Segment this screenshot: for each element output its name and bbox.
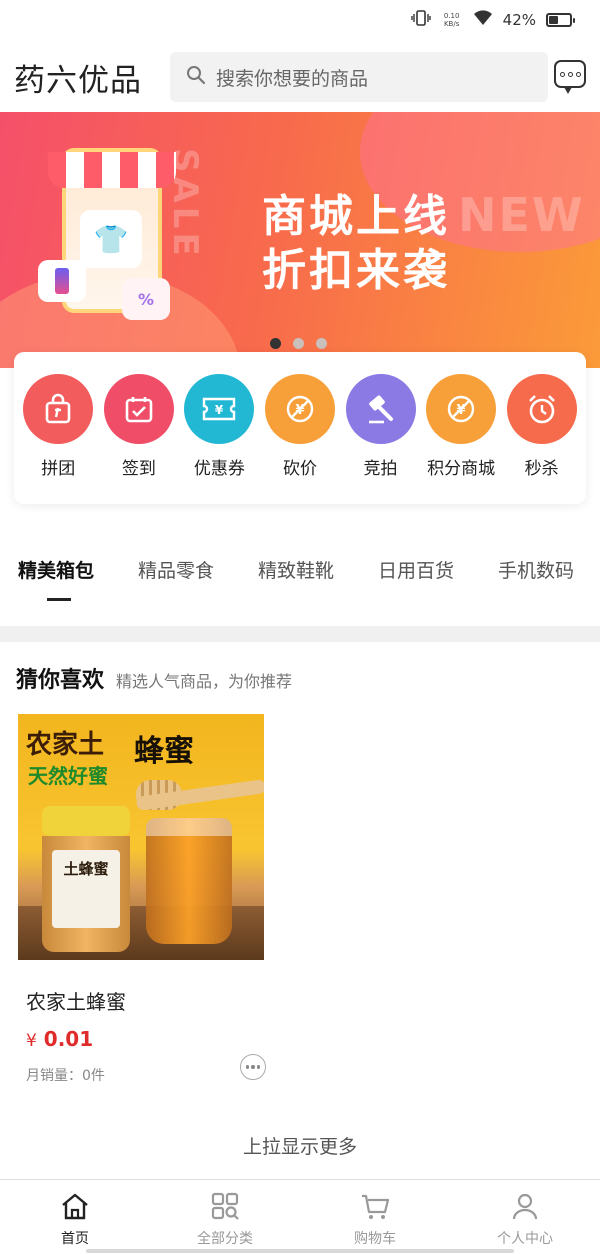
app-title: 药六优品 [14, 62, 142, 99]
quick-item-label: 积分商城 [427, 459, 496, 479]
shop-awning-icon [48, 152, 176, 188]
tab-daily-goods[interactable]: 日用百货 [360, 556, 480, 616]
phone-icon [38, 260, 86, 302]
quick-item-auction[interactable]: 竞拍 [344, 374, 418, 504]
tab-label: 个人中心 [497, 1231, 553, 1247]
quick-item-points-mall[interactable]: ¥ 积分商城 [424, 374, 498, 504]
user-icon [512, 1193, 538, 1220]
price-value: 0.01 [43, 1027, 94, 1051]
quick-item-label: 竞拍 [363, 459, 398, 479]
product-name[interactable]: 农家土蜂蜜 [26, 986, 264, 1015]
tab-snacks[interactable]: 精品零食 [120, 556, 240, 616]
tab-cart[interactable]: 购物车 [300, 1180, 450, 1255]
category-grid-icon [211, 1192, 239, 1220]
coupon-icon: ¥ [184, 374, 255, 444]
battery-percent: 42% [502, 11, 536, 29]
product-image-text: 农家土 [26, 730, 105, 760]
price-cut-icon: ¥ [264, 374, 335, 444]
search-icon [186, 65, 206, 90]
banner-vertical-text: SALE [165, 148, 205, 260]
banner-pagination[interactable] [270, 338, 327, 349]
net-speed-value: 0.10 [443, 12, 460, 20]
quick-item-group-buy[interactable]: 拼团 [21, 374, 95, 504]
wifi-icon [473, 10, 493, 30]
banner-headline-2: 折扣来袭 [262, 245, 450, 296]
quick-item-label: 优惠券 [193, 459, 245, 479]
search-input[interactable]: 搜索你想要的商品 [170, 52, 548, 102]
currency-symbol: ¥ [26, 1031, 37, 1051]
recommend-subtitle: 精选人气商品，为你推荐 [116, 672, 293, 691]
app-header: 药六优品 搜索你想要的商品 [0, 46, 600, 108]
alarm-clock-icon [506, 374, 577, 444]
status-right: 0.10 KB/s 42% [410, 10, 575, 30]
recommend-header: 猜你喜欢 精选人气商品，为你推荐 [16, 662, 292, 694]
product-sales: 月销量：0件 [26, 1068, 105, 1084]
banner-dot[interactable] [316, 338, 327, 349]
honey-jar: 土蜂蜜 [42, 806, 130, 952]
quick-item-checkin[interactable]: 签到 [102, 374, 176, 504]
home-icon [62, 1193, 88, 1220]
category-tabs: 精美箱包 精品零食 精致鞋靴 日用百货 手机数码 [0, 556, 600, 616]
tab-shoes[interactable]: 精致鞋靴 [240, 556, 360, 616]
tab-home[interactable]: 首页 [0, 1180, 150, 1255]
quick-item-label: 拼团 [41, 459, 76, 479]
honey-jar [146, 818, 232, 944]
quick-item-bargain[interactable]: ¥ 砍价 [263, 374, 337, 504]
tab-label: 购物车 [354, 1231, 396, 1247]
product-image[interactable]: 农家土 蜂蜜 天然好蜜 土蜂蜜 [18, 714, 264, 960]
shirt-icon: 👕 [80, 210, 142, 268]
tab-categories[interactable]: 全部分类 [150, 1180, 300, 1255]
banner-dot[interactable] [270, 338, 281, 349]
banner-dot[interactable] [293, 338, 304, 349]
status-bar: 0.10 KB/s 42% [0, 0, 600, 44]
product-card[interactable]: 农家土 蜂蜜 天然好蜜 土蜂蜜 农家土蜂蜜 ¥ 0.01 月销量：0件 [18, 714, 266, 1085]
shopping-bag-icon [23, 374, 94, 444]
discount-tag-icon: % [122, 278, 170, 320]
quick-item-label: 砍价 [282, 459, 317, 479]
more-options-icon[interactable] [240, 1054, 266, 1080]
product-image-text: 天然好蜜 [28, 764, 108, 788]
svg-text:¥: ¥ [215, 403, 224, 417]
cart-icon [362, 1194, 390, 1219]
tab-profile[interactable]: 个人中心 [450, 1180, 600, 1255]
banner-ghost-text: NEW [458, 188, 585, 242]
message-icon[interactable] [554, 60, 586, 94]
points-icon: ¥ [426, 374, 497, 444]
quick-item-label: 秒杀 [524, 459, 559, 479]
quick-item-coupon[interactable]: ¥ 优惠券 [182, 374, 256, 504]
net-speed: 0.10 KB/s [441, 12, 463, 28]
active-tab-indicator [47, 598, 71, 601]
net-speed-unit: KB/s [443, 20, 460, 28]
quick-menu: 拼团 签到 ¥ 优惠券 ¥ 砍价 竞拍 ¥ 积分商城 秒杀 [14, 352, 586, 504]
recommend-title: 猜你喜欢 [16, 668, 105, 693]
product-image-text: 蜂蜜 [134, 734, 194, 769]
jar-label: 土蜂蜜 [52, 850, 120, 928]
tab-digital[interactable]: 手机数码 [480, 556, 600, 616]
search-placeholder: 搜索你想要的商品 [216, 67, 369, 90]
tab-bags[interactable]: 精美箱包 [0, 556, 120, 616]
vibrate-icon [410, 10, 431, 30]
section-divider [0, 626, 600, 642]
tab-label: 全部分类 [197, 1231, 253, 1247]
load-more-hint: 上拉显示更多 [242, 1136, 357, 1158]
quick-item-flash-sale[interactable]: 秒杀 [505, 374, 579, 504]
battery-icon [546, 13, 575, 27]
tab-label: 首页 [61, 1231, 89, 1247]
auction-hammer-icon [345, 374, 416, 444]
product-price: ¥ 0.01 [26, 1027, 264, 1051]
calendar-check-icon [103, 374, 174, 444]
quick-item-label: 签到 [121, 459, 156, 479]
bottom-tab-bar: 首页 全部分类 购物车 个人中心 [0, 1179, 600, 1255]
home-indicator [86, 1249, 514, 1253]
